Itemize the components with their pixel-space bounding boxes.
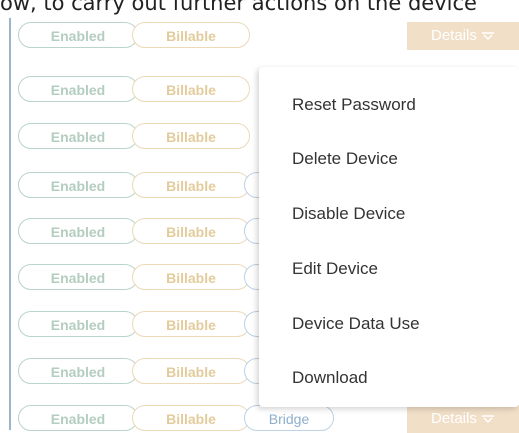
enabled-badge: Enabled — [18, 218, 138, 244]
details-button[interactable]: Details — [407, 22, 519, 50]
billable-badge: Billable — [132, 405, 250, 431]
details-label: Details — [430, 410, 477, 427]
details-label: Details — [430, 27, 477, 44]
billable-badge: Billable — [132, 311, 250, 337]
device-data-use-menu-item[interactable]: Device Data Use — [292, 312, 420, 336]
download-menu-item[interactable]: Download — [292, 366, 368, 390]
enabled-badge: Enabled — [18, 172, 138, 198]
billable-badge: Billable — [132, 218, 250, 244]
details-button[interactable]: Details — [407, 405, 519, 433]
device-actions-dropdown: Reset Password Delete Device Disable Dev… — [259, 67, 519, 407]
billable-badge: Billable — [132, 172, 250, 198]
billable-badge: Billable — [132, 264, 250, 290]
edit-device-menu-item[interactable]: Edit Device — [292, 257, 378, 281]
enabled-badge: Enabled — [18, 358, 138, 384]
enabled-badge: Enabled — [18, 311, 138, 337]
table-row: Enabled Billable Bridge Details — [11, 405, 519, 433]
reset-password-menu-item[interactable]: Reset Password — [292, 93, 416, 117]
device-type-badge: Bridge — [244, 405, 334, 431]
billable-badge: Billable — [132, 358, 250, 384]
billable-badge: Billable — [132, 22, 250, 48]
table-row: Enabled Billable Details — [11, 22, 519, 50]
enabled-badge: Enabled — [18, 264, 138, 290]
enabled-badge: Enabled — [18, 123, 138, 149]
enabled-badge: Enabled — [18, 22, 138, 48]
chevron-down-icon — [482, 415, 495, 424]
delete-device-menu-item[interactable]: Delete Device — [292, 147, 398, 171]
enabled-badge: Enabled — [18, 405, 138, 431]
billable-badge: Billable — [132, 76, 250, 102]
billable-badge: Billable — [132, 123, 250, 149]
chevron-down-icon — [482, 32, 495, 41]
disable-device-menu-item[interactable]: Disable Device — [292, 202, 405, 226]
enabled-badge: Enabled — [18, 76, 138, 102]
